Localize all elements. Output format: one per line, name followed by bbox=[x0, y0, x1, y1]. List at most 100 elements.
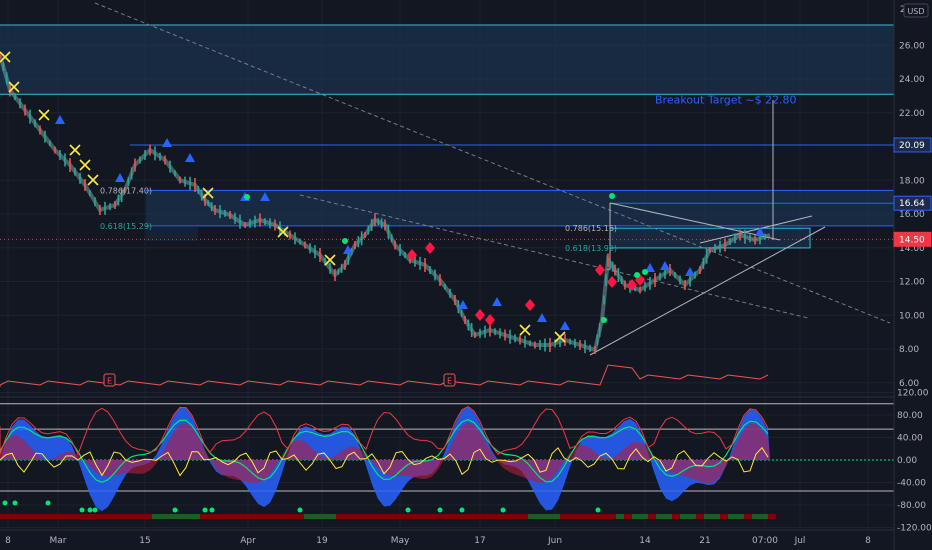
price-badge[interactable]: 14.50 bbox=[893, 231, 932, 247]
osc-strip-cell bbox=[576, 514, 584, 519]
osc-strip-cell bbox=[400, 514, 408, 519]
osc-dot bbox=[12, 500, 18, 506]
osc-strip-cell bbox=[232, 514, 240, 519]
osc-strip-cell bbox=[560, 514, 568, 519]
price-badge-label: 20.09 bbox=[899, 141, 925, 151]
osc-strip-cell bbox=[704, 514, 712, 519]
osc-strip-cell bbox=[512, 514, 520, 519]
currency-badge[interactable]: USD bbox=[903, 3, 929, 18]
dot-signal bbox=[342, 238, 348, 244]
osc-strip-cell bbox=[376, 514, 384, 519]
time-axis-label: May bbox=[391, 536, 410, 546]
dot-signal bbox=[601, 317, 607, 323]
osc-strip-cell bbox=[264, 514, 272, 519]
osc-dot bbox=[87, 507, 93, 513]
osc-dot bbox=[459, 507, 465, 513]
osc-dot bbox=[202, 507, 208, 513]
earnings-marker-2[interactable]: E bbox=[443, 373, 456, 387]
osc-dot bbox=[297, 507, 303, 513]
osc-strip-cell bbox=[504, 514, 512, 519]
breakout-target-label[interactable]: Breakout Target ~$ 22.80 bbox=[655, 93, 797, 106]
osc-strip-cell bbox=[416, 514, 424, 519]
time-axis-label: 15 bbox=[139, 536, 150, 546]
osc-strip-cell bbox=[280, 514, 288, 519]
osc-dot bbox=[92, 507, 98, 513]
osc-strip-cell bbox=[352, 514, 360, 519]
osc-dot bbox=[2, 500, 8, 506]
osc-strip-cell bbox=[768, 514, 776, 519]
osc-strip-cell bbox=[752, 514, 760, 519]
time-axis-label: 19 bbox=[316, 536, 328, 546]
time-axis-label: 21 bbox=[699, 536, 710, 546]
osc-strip-cell bbox=[240, 514, 248, 519]
osc-strip-cell bbox=[104, 514, 112, 519]
osc-strip-cell bbox=[712, 514, 720, 519]
osc-strip-cell bbox=[200, 514, 208, 519]
osc-strip-cell bbox=[536, 514, 544, 519]
osc-dot bbox=[79, 507, 85, 513]
osc-strip-cell bbox=[160, 514, 168, 519]
price-axis-label: 10.00 bbox=[899, 311, 925, 321]
price-axis-label: 22.00 bbox=[899, 109, 925, 119]
earnings-marker-1[interactable]: E bbox=[103, 373, 116, 387]
osc-strip-cell bbox=[24, 514, 32, 519]
price-badge[interactable]: 20.09 bbox=[893, 137, 932, 153]
osc-strip-cell bbox=[392, 514, 400, 519]
osc-strip-cell bbox=[432, 514, 440, 519]
osc-strip-cell bbox=[488, 514, 496, 519]
osc-strip-cell bbox=[56, 514, 64, 519]
osc-axis-label: 120.00 bbox=[897, 389, 929, 399]
osc-strip-cell bbox=[584, 514, 592, 519]
osc-strip-cell bbox=[440, 514, 448, 519]
osc-strip-cell bbox=[600, 514, 608, 519]
osc-axis-label: -120.00 bbox=[897, 524, 932, 534]
osc-strip-cell bbox=[288, 514, 296, 519]
osc-strip-cell bbox=[384, 514, 392, 519]
fib-label: 0.786(15.16) bbox=[565, 224, 617, 233]
osc-strip-cell bbox=[304, 514, 312, 519]
osc-strip-cell bbox=[744, 514, 752, 519]
price-axis-label: 6.00 bbox=[899, 379, 919, 389]
price-badge-label: 16.64 bbox=[899, 199, 925, 209]
chart-canvas[interactable]: 0.786(17.40) 0.618(15.29) 0.786(15.16) 0.61… bbox=[0, 0, 932, 550]
time-axis-label: 14 bbox=[639, 536, 651, 546]
osc-strip-cell bbox=[256, 514, 264, 519]
osc-dot bbox=[437, 507, 443, 513]
osc-strip-cell bbox=[272, 514, 280, 519]
osc-strip-cell bbox=[424, 514, 432, 519]
osc-strip-cell bbox=[664, 514, 672, 519]
earnings-marker-label: E bbox=[447, 377, 452, 386]
osc-strip-cell bbox=[144, 514, 152, 519]
osc-strip-cell bbox=[184, 514, 192, 519]
price-axis-label: 26.00 bbox=[899, 41, 925, 51]
dot-signal bbox=[244, 194, 250, 200]
osc-strip-cell bbox=[224, 514, 232, 519]
osc-strip-cell bbox=[64, 514, 72, 519]
osc-strip-cell bbox=[48, 514, 56, 519]
osc-strip-cell bbox=[120, 514, 128, 519]
osc-strip-cell bbox=[360, 514, 368, 519]
osc-strip-cell bbox=[344, 514, 352, 519]
osc-strip-cell bbox=[336, 514, 344, 519]
osc-strip-cell bbox=[736, 514, 744, 519]
earnings-marker-label: E bbox=[107, 377, 112, 386]
dot-signal bbox=[642, 269, 648, 275]
osc-strip-cell bbox=[528, 514, 536, 519]
osc-strip-cell bbox=[88, 514, 96, 519]
zone-upper[interactable] bbox=[0, 25, 894, 95]
osc-strip-cell bbox=[544, 514, 552, 519]
price-badge[interactable]: 16.64 bbox=[893, 195, 932, 211]
time-axis-label: 8 bbox=[5, 536, 11, 546]
osc-strip-cell bbox=[296, 514, 304, 519]
price-axis-label: 24.00 bbox=[899, 75, 925, 85]
osc-strip-cell bbox=[0, 514, 8, 519]
osc-dot bbox=[172, 507, 178, 513]
osc-strip-cell bbox=[640, 514, 648, 519]
time-axis-label: Jul bbox=[794, 536, 806, 546]
osc-strip-cell bbox=[192, 514, 200, 519]
osc-strip-cell bbox=[520, 514, 528, 519]
osc-strip-cell bbox=[480, 514, 488, 519]
time-axis-label: Jun bbox=[547, 536, 562, 546]
osc-strip-cell bbox=[464, 514, 472, 519]
zone-fib-box[interactable] bbox=[609, 227, 811, 249]
